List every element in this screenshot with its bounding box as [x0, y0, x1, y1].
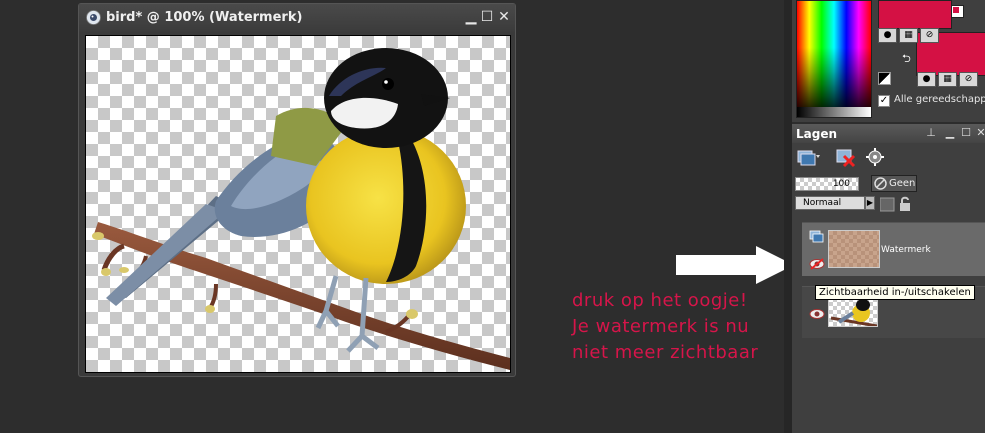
- opacity-field[interactable]: 100: [795, 177, 859, 191]
- instruction-text: druk op het oogje! Je watermerk is nu ni…: [572, 288, 758, 366]
- instruction-line: niet meer zichtbaar: [572, 342, 759, 363]
- reset-colors-icon[interactable]: [878, 72, 891, 85]
- instruction-line: druk op het oogje!: [572, 290, 748, 311]
- document-window: bird* @ 100% (Watermerk) ▁ ☐ ✕: [78, 3, 516, 377]
- new-layer-icon[interactable]: [796, 146, 820, 168]
- layers-title: Lagen: [796, 127, 838, 141]
- psp-eye-icon: [86, 10, 101, 25]
- minimize-button[interactable]: ▁: [944, 126, 956, 139]
- lock-icon[interactable]: [880, 196, 914, 212]
- eye-hidden-icon[interactable]: [809, 257, 825, 271]
- close-button[interactable]: ✕: [975, 126, 985, 139]
- visibility-tooltip: Zichtbaarheid in-/uitschakelen: [815, 285, 975, 300]
- layer-row-watermark[interactable]: Watermerk: [802, 222, 985, 276]
- foreground-color-swatch[interactable]: [878, 0, 952, 29]
- eye-icon[interactable]: [809, 307, 825, 321]
- layer-name: Watermerk: [881, 245, 931, 255]
- panel-divider[interactable]: [784, 0, 792, 433]
- document-title: bird* @ 100% (Watermerk): [106, 10, 303, 25]
- maximize-button[interactable]: ☐: [479, 9, 495, 25]
- layers-toolbar: [792, 143, 985, 173]
- pointer-arrow-icon: [676, 246, 794, 284]
- texture-icon[interactable]: ▦: [938, 72, 957, 87]
- document-titlebar[interactable]: bird* @ 100% (Watermerk) ▁ ☐ ✕: [79, 4, 515, 32]
- layer-thumbnail: [828, 297, 878, 327]
- blend-mode-select[interactable]: Normaal: [795, 196, 865, 210]
- layer-list: Watermerk Bird: [792, 218, 985, 433]
- bird-thumbnail-icon: [830, 299, 877, 326]
- minimize-button[interactable]: ▁: [463, 9, 479, 25]
- raster-layer-icon: [809, 230, 824, 243]
- transparent-icon[interactable]: ⊘: [959, 72, 978, 87]
- instruction-line: Je watermerk is nu: [572, 316, 750, 337]
- swap-colors-icon[interactable]: [951, 5, 964, 18]
- style-solid-icon[interactable]: ●: [917, 72, 936, 87]
- layer-properties-icon[interactable]: [864, 146, 888, 168]
- style-solid-icon[interactable]: ●: [878, 28, 897, 43]
- mask-icon: [874, 177, 887, 190]
- mask-none-label: Geen: [889, 178, 916, 189]
- maximize-button[interactable]: ☐: [960, 126, 972, 139]
- pin-icon[interactable]: ⊥: [925, 126, 937, 139]
- layers-titlebar[interactable]: Lagen ⊥ ▁ ☐ ✕: [792, 124, 985, 143]
- mask-none-button[interactable]: Geen: [871, 175, 917, 192]
- layer-thumbnail: [828, 230, 880, 268]
- color-spectrum[interactable]: [796, 0, 872, 118]
- texture-icon[interactable]: ▦: [899, 28, 918, 43]
- all-tools-label: Alle gereedschappen: [894, 94, 985, 105]
- layers-panel: Lagen ⊥ ▁ ☐ ✕ 100 Geen Normaal ▶ Waterme…: [792, 124, 985, 433]
- blend-mode-arrow-icon[interactable]: ▶: [865, 196, 875, 210]
- delete-layer-icon[interactable]: [834, 146, 858, 168]
- swap-arrow-icon[interactable]: ⮌: [902, 50, 911, 69]
- close-button[interactable]: ✕: [496, 9, 512, 25]
- bird-image: [92, 48, 510, 370]
- all-tools-checkbox[interactable]: ✓: [878, 95, 890, 107]
- materials-panel: ⮌ ● ▦ ⊘ ● ▦ ⊘ ✓ Alle gereedschappen: [792, 0, 985, 122]
- transparent-icon[interactable]: ⊘: [920, 28, 939, 43]
- image-canvas[interactable]: [85, 35, 511, 373]
